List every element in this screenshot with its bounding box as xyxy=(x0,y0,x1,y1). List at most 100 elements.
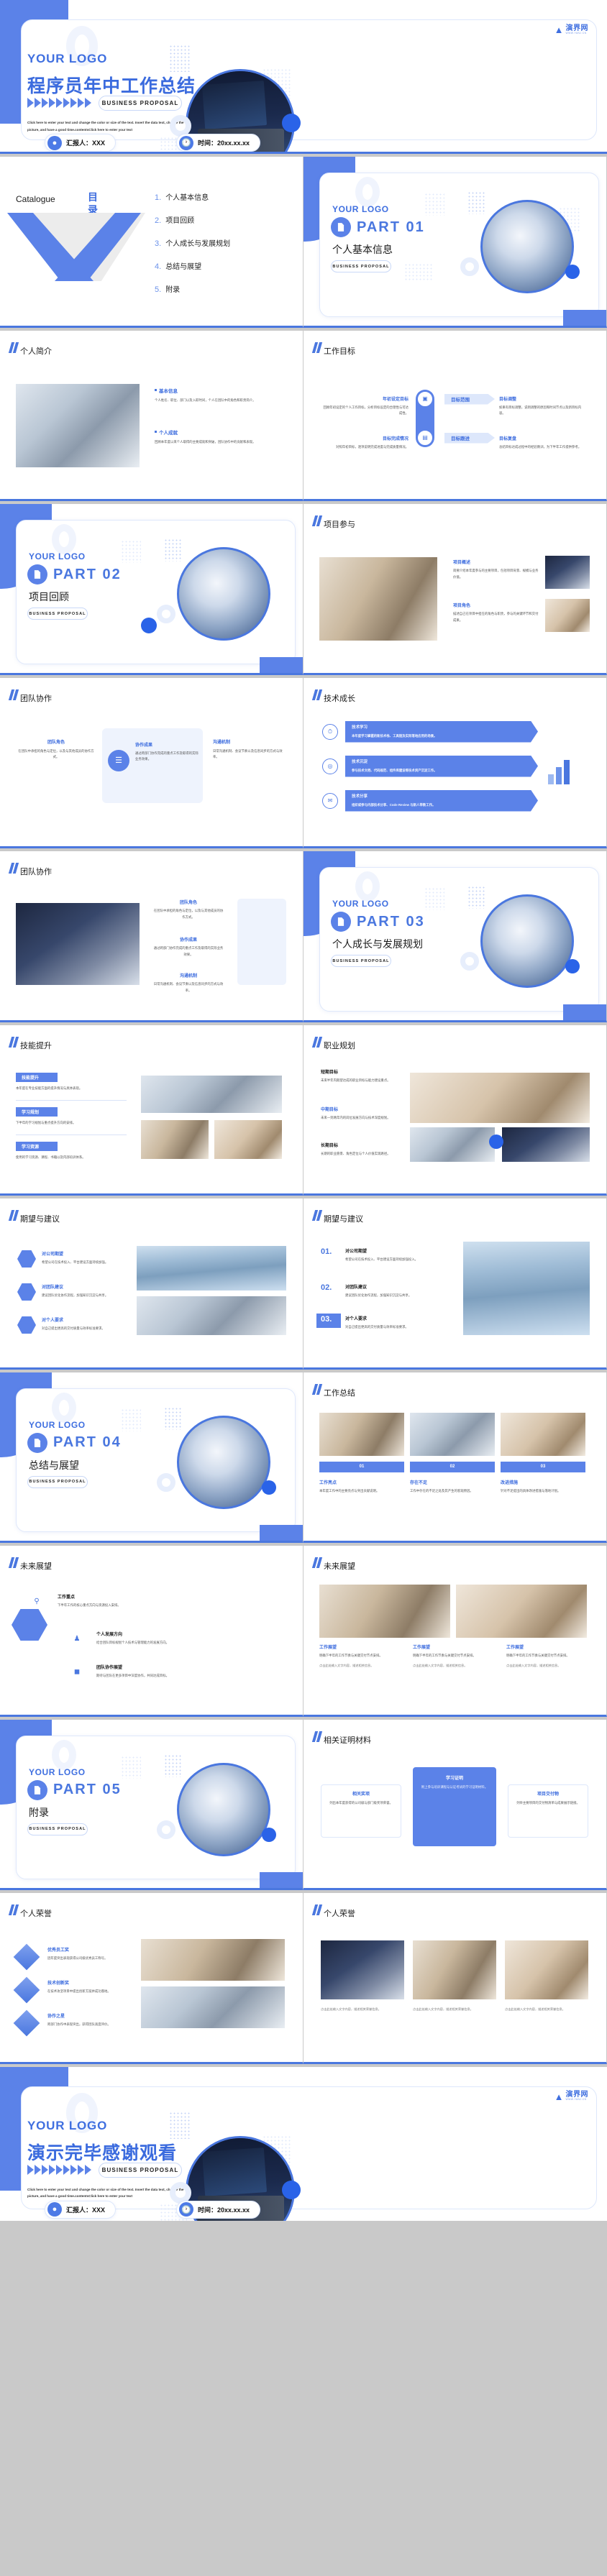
section-title: 工作目标 xyxy=(324,347,355,356)
profile-block-body: 个人姓名、职位、部门以及入职时间，个人在团队中的角色和职责简介。 xyxy=(155,398,256,402)
part-proposal-tag: BUSINESS PROPOSAL xyxy=(27,608,88,620)
brand-name-en: WWW.YANJ.CN xyxy=(565,31,587,35)
career-block-3: 长期目标 长期的职业愿景、角色定位与个人价值实现路径。 xyxy=(321,1142,400,1158)
list-item[interactable]: 3. 个人成长与发展规划 xyxy=(155,237,230,248)
slide-part-01[interactable]: YOUR LOGO PART 01 个人基本信息 BUSINESS PROPOS… xyxy=(304,157,607,328)
slide-work-summary[interactable]: 工作总结 01 02 03 工作亮点 本年度工作中的主要亮点与突出贡献说明。 存… xyxy=(304,1372,607,1543)
slide-part-05[interactable]: YOUR LOGO PART 05 附录 BUSINESS PROPOSAL xyxy=(0,1719,304,1890)
part-title: 个人基本信息 xyxy=(332,244,393,255)
profile-photo xyxy=(16,383,140,467)
goal-range-tag: 目标范围 xyxy=(444,394,495,405)
part-heading: PART 05 xyxy=(27,1779,122,1800)
dot-grid-decor xyxy=(121,540,141,563)
dot-grid-decor xyxy=(121,1755,141,1779)
teamwork2-photo xyxy=(16,903,140,985)
project-photo-1 xyxy=(319,557,437,641)
list-item[interactable]: 4. 总结与展望 xyxy=(155,260,230,271)
slide-part-02[interactable]: YOUR LOGO PART 02 项目回顾 BUSINESS PROPOSAL xyxy=(0,504,304,675)
section-title: 期望与建议 xyxy=(20,1215,60,1224)
future2-head: 工作展望 xyxy=(506,1646,524,1650)
slide-future-2[interactable]: 未来展望 工作展望 明确下半年的工作节奏与关键交付节点安排。 点击此处输入文字内… xyxy=(304,1546,607,1717)
part-heading: PART 03 xyxy=(331,912,425,932)
suggest2-num-2: 02. xyxy=(321,1283,332,1292)
future2-sub: 点击此处输入文字内容，描述相关信息。 xyxy=(506,1663,561,1667)
project-block-2: 项目角色 描述自己在项目中担任的角色与职责，参与的关键环节和交付成果。 xyxy=(453,602,539,623)
catalogue-item-num: 4. xyxy=(155,262,162,271)
slide-profile[interactable]: 个人简介 基本信息 个人姓名、职位、部门以及入职时间，个人在团队中的角色和职责简… xyxy=(0,330,304,501)
honor1-photo-2 xyxy=(141,1986,285,2028)
career-photo-3 xyxy=(502,1127,590,1162)
user-icon: ● xyxy=(47,2202,62,2217)
slide-suggestions-1[interactable]: 期望与建议 对公司期望 希望公司在技术投入、平台建设方面持续加强。 对团队建议 … xyxy=(0,1198,304,1370)
slide-teamwork-2[interactable]: 团队协作 团队角色 在团队中承担的角色与定位，以及与其他成员的协作方式。 协作成… xyxy=(0,851,304,1022)
profile-block-head: 个人成就 xyxy=(155,428,281,436)
slide-career[interactable]: 职业规划 短期目标 未来半年内期望达成的职业目标与能力建设重点。 中期目标 未来… xyxy=(304,1025,607,1196)
suggest2-num-3: 03. xyxy=(321,1315,332,1324)
section-title: 期望与建议 xyxy=(324,1215,363,1224)
cover-date-pill[interactable]: 🕐 时间：20xx.xx.xx xyxy=(176,134,261,152)
work-summary-body: 本年度工作中的主要亮点与突出贡献说明。 xyxy=(319,1488,380,1493)
list-item[interactable]: 5. 附录 xyxy=(155,283,230,294)
slide-cover[interactable]: ▲ 演界网 WWW.YANJ.CN YOUR LOGO 程序员年中工作总结 BU… xyxy=(0,0,607,154)
catalogue-item-num: 2. xyxy=(155,216,162,225)
end-reporter-pill[interactable]: ● 汇报人：XXX xyxy=(45,2200,117,2219)
decor-ring xyxy=(52,1392,76,1423)
decor-ring xyxy=(355,871,380,902)
future2-sub: 点击此处输入文字内容，描述相关信息。 xyxy=(413,1663,467,1667)
dot-grid-decor xyxy=(164,1754,183,1777)
career-head: 中期目标 xyxy=(321,1107,339,1112)
bar-chart-icon xyxy=(548,756,580,784)
slide-part-03[interactable]: YOUR LOGO PART 03 个人成长与发展规划 BUSINESS PRO… xyxy=(304,851,607,1022)
slide-project-participation[interactable]: 项目参与 项目概述 简要介绍本年度参与的主要项目，包括项目背景、规模与业务价值。… xyxy=(304,504,607,675)
decor-ring xyxy=(157,605,175,623)
part-heading: PART 02 xyxy=(27,564,122,585)
teamwork-body: 通过跨部门协作完成的重点工作及取得的实际业务效果。 xyxy=(135,751,198,761)
career-head: 短期目标 xyxy=(321,1070,339,1075)
list-item[interactable]: 2. 项目回顾 xyxy=(155,214,230,225)
slide-honors-2[interactable]: 个人荣誉 点击此处输入文字内容，描述相关荣誉信息。 点击此处输入文字内容，描述相… xyxy=(304,1893,607,2064)
teamwork-block-2: 协作成果 通过跨部门协作完成的重点工作及取得的实际业务效果。 xyxy=(135,741,198,763)
slide-deck-preview: ▲ 演界网 WWW.YANJ.CN YOUR LOGO 程序员年中工作总结 BU… xyxy=(0,0,607,2221)
slide-suggestions-2[interactable]: 期望与建议 01. 对公司期望 希望公司在技术投入、平台建设方面持续加强投入。 … xyxy=(304,1198,607,1370)
deck-row-12: 个人荣誉 优秀员工奖 因年度突出表现获得公司级优秀员工称号。 技术创新奖 在技术… xyxy=(0,1893,607,2064)
dot-grid-decor xyxy=(121,1408,141,1431)
slide-skills[interactable]: 技术成长 ⏱ 技术学习 本年度学习掌握的新技术栈、工具链及实际落地应用的场景。 … xyxy=(304,677,607,848)
end-date-pill[interactable]: 🕐 时间：20xx.xx.xx xyxy=(176,2200,261,2219)
slide-thank-you[interactable]: ▲ 演界网 WWW.YANJ.CN YOUR LOGO 演示完毕感谢观看 BUS… xyxy=(0,2066,607,2221)
part-accent-shape-br xyxy=(563,1004,606,1020)
appendix-card-1-content: 相关奖项 列出本年度获得的公司级与部门级奖项荣誉。 xyxy=(327,1790,396,1807)
ability-tag-3: 学习资源 xyxy=(16,1141,58,1151)
slide-future-1[interactable]: 未来展望 ⚲ 工作重点 下半年工作的核心重点方向与资源投入安排。 ♟ 个人发展方… xyxy=(0,1546,304,1717)
appendix-card-3-content: 项目交付物 列举主要项目的交付物清单与成果展示链接。 xyxy=(514,1790,583,1807)
goal-head: 目标完成情况 xyxy=(382,436,409,441)
slide-ability[interactable]: 技能提升 技能提升 本年度在专业技能方面的提升情况与具体表现。 学习规划 下半年… xyxy=(0,1025,304,1196)
slide-part-04[interactable]: YOUR LOGO PART 04 总结与展望 BUSINESS PROPOSA… xyxy=(0,1372,304,1543)
project-block-head: 项目概述 xyxy=(453,561,471,565)
honor2-photo-2 xyxy=(413,1940,496,1999)
suggest2-photo xyxy=(463,1242,590,1335)
future1-block-2: 个人发展方向 结合团队目标规划个人技术与管理能力的发展方向。 xyxy=(96,1631,280,1646)
work-summary-photo-1 xyxy=(319,1412,404,1456)
decor-dot xyxy=(282,114,301,132)
end-title: 演示完毕感谢观看 xyxy=(27,2142,178,2163)
teamwork2-head: 团队角色 xyxy=(179,901,197,905)
slide-goals[interactable]: 工作目标 年初设定目标 回顾年初设定的个人工作目标，分析目标设定的合理性与可达成… xyxy=(304,330,607,501)
work-summary-body: 针对不足提出的具体改进措施与落地计划。 xyxy=(501,1488,561,1493)
dot-grid-decor xyxy=(404,263,433,282)
catalogue-item-num: 3. xyxy=(155,239,162,248)
dot-grid-decor xyxy=(424,193,444,216)
slide-honors-1[interactable]: 个人荣誉 优秀员工奖 因年度突出表现获得公司级优秀员工称号。 技术创新奖 在技术… xyxy=(0,1893,304,2064)
slide-appendix-materials[interactable]: 相关证明材料 相关奖项 列出本年度获得的公司级与部门级奖项荣誉。 学习证明 附上… xyxy=(304,1719,607,1890)
work-summary-num-3: 03 xyxy=(501,1461,585,1472)
part-accent-shape-br xyxy=(260,1872,303,1888)
brand-logo-icon: ▲ xyxy=(554,2091,564,2102)
ability-photo-1 xyxy=(141,1075,282,1113)
skills-body: 本年度学习掌握的新技术栈、工具链及实际落地应用的场景。 xyxy=(352,733,437,738)
project-block-1: 项目概述 简要介绍本年度参与的主要项目，包括项目背景、规模与业务价值。 xyxy=(453,559,539,580)
slide-catalogue[interactable]: Catalogue 目录 1. 个人基本信息 2. 项目回顾 3. 个人成长与发… xyxy=(0,157,304,328)
teamwork-head: 沟通机制 xyxy=(213,740,231,745)
slide-teamwork[interactable]: 团队协作 团队角色 在团队中承担的角色与定位，以及与其他成员的协作方式。 ☰ 协… xyxy=(0,677,304,848)
cover-reporter-pill[interactable]: ● 汇报人：XXX xyxy=(45,134,117,152)
part-photo xyxy=(480,894,574,988)
list-item[interactable]: 1. 个人基本信息 xyxy=(155,191,230,202)
